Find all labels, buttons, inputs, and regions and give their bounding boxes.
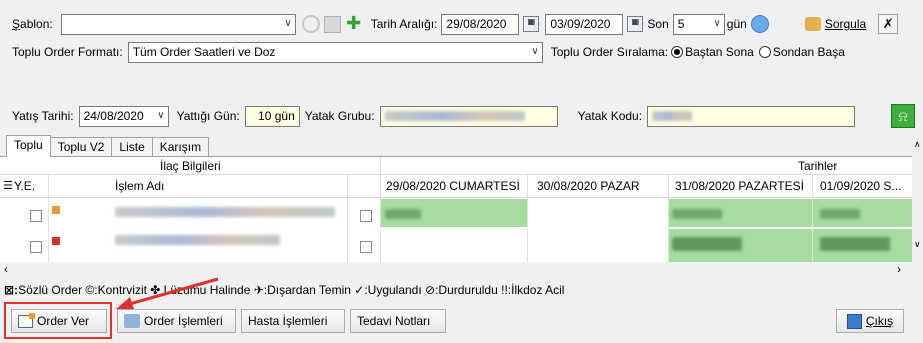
row-checkbox[interactable] <box>360 210 372 222</box>
col-date-2[interactable]: 30/08/2020 PAZAR <box>537 179 640 193</box>
chevron-down-icon: ∨ <box>157 109 165 121</box>
bed-code-label: Yatak Kodu: <box>577 109 643 123</box>
chevron-down-icon: ∨ <box>531 45 539 57</box>
radio-icon <box>758 46 771 58</box>
dose-blurred <box>672 237 742 251</box>
sort-option-forward[interactable]: Baştan Sona <box>671 45 754 59</box>
sort-option-backward[interactable]: Sondan Başa <box>758 45 845 59</box>
grid-menu-icon[interactable]: ☰ <box>3 179 13 192</box>
tedavi-notlari-button[interactable]: Tedavi Notları <box>350 309 446 333</box>
view-tabs: Toplu Toplu V2 Liste Karışım <box>6 135 210 157</box>
row-checkbox[interactable] <box>30 210 42 222</box>
highlight-box <box>4 302 112 339</box>
dose-blurred <box>820 209 860 219</box>
tab-liste[interactable]: Liste <box>111 137 153 157</box>
admission-date-combo[interactable]: 24/08/2020 ∨ <box>78 105 169 127</box>
grid-vertical-scrollbar[interactable]: ∧ ∨ <box>912 139 923 262</box>
ward-group-field <box>379 105 558 127</box>
dose-blurred <box>820 237 890 251</box>
template-label: Şablon: <box>12 17 53 31</box>
query-button[interactable]: Sorgula <box>799 13 872 35</box>
grid-column-header: ☰ Y.E. İşlem Adı 29/08/2020 CUMARTESİ 30… <box>0 175 912 198</box>
drug-name-blurred <box>115 235 280 245</box>
ward-group-value-blurred <box>384 111 525 121</box>
calendar-icon[interactable]: ▦ <box>627 16 644 32</box>
dose-blurred <box>385 209 421 219</box>
cikis-button[interactable]: Çıkış <box>836 309 904 333</box>
order-grid: İlaç Bilgileri Tarihler ☰ Y.E. İşlem Adı… <box>0 156 912 262</box>
order-ops-icon <box>124 314 140 328</box>
status-legend: ⊠:Sözlü Order ©:Kontrvizit ✤ Lüzumu Hali… <box>4 283 565 297</box>
col-ye[interactable]: Y.E. <box>14 179 35 193</box>
bed-code-value-blurred <box>652 111 693 121</box>
refresh-icon[interactable] <box>301 15 320 33</box>
col-name[interactable]: İşlem Adı <box>115 179 164 193</box>
last-days-combo[interactable]: 5 ∨ <box>672 13 725 35</box>
tab-karisim[interactable]: Karışım <box>151 137 210 157</box>
col-date-1[interactable]: 29/08/2020 CUMARTESİ <box>386 179 520 193</box>
ward-group-label: Yatak Grubu: <box>304 109 375 123</box>
chevron-down-icon: ∨ <box>284 17 292 29</box>
scroll-up-icon[interactable]: ∧ <box>914 139 921 150</box>
alarm-bell-icon[interactable]: ⍾ <box>891 104 915 128</box>
chevron-down-icon: ∨ <box>713 17 721 29</box>
row-checkbox[interactable] <box>360 241 372 253</box>
add-icon[interactable]: ✚ <box>345 14 363 33</box>
date-range-label: Tarih Aralığı: <box>370 17 438 31</box>
drug-type-icon <box>52 237 60 245</box>
query-icon <box>804 17 821 31</box>
col-date-3[interactable]: 31/08/2020 PAZARTESİ <box>675 179 804 193</box>
col-date-4[interactable]: 01/09/2020 S... <box>820 179 901 193</box>
toolbar-row: Şablon: ∨ ✚ Tarih Aralığı: 29/08/2020 ▦ … <box>0 12 923 36</box>
date-from-input[interactable]: 29/08/2020 <box>441 13 520 35</box>
bed-code-field <box>647 105 856 127</box>
admission-row: Yatış Tarihi: 24/08/2020 ∨ Yattığı Gün: … <box>0 104 923 128</box>
template-combo[interactable]: ∨ <box>60 13 296 35</box>
day-unit-label: gün <box>726 17 747 31</box>
row-checkbox[interactable] <box>30 241 42 253</box>
refresh-icon[interactable] <box>750 15 769 33</box>
drug-type-icon <box>52 206 60 214</box>
drug-name-blurred <box>115 207 335 217</box>
admission-date-label: Yatış Tarihi: <box>12 109 74 123</box>
save-icon[interactable] <box>323 15 341 33</box>
date-to-input[interactable]: 03/09/2020 <box>545 13 624 35</box>
pointer-arrow-icon <box>116 277 219 309</box>
scroll-right-icon[interactable]: › <box>897 262 901 276</box>
hasta-islemleri-button[interactable]: Hasta İşlemleri <box>241 309 345 333</box>
stay-days-label: Yattığı Gün: <box>176 109 240 123</box>
calendar-icon[interactable]: ▦ <box>523 16 540 32</box>
format-label: Toplu Order Formatı: <box>12 45 123 59</box>
format-combo[interactable]: Tüm Order Saatleri ve Doz ∨ <box>127 41 543 63</box>
stay-days-field: 10 gün <box>244 105 300 127</box>
grid-group-header: İlaç Bilgileri Tarihler <box>0 157 912 175</box>
clear-icon[interactable]: ✗ <box>878 14 899 34</box>
group-drug-info: İlaç Bilgileri <box>160 159 221 173</box>
group-dates: Tarihler <box>798 159 838 173</box>
last-label: Son <box>647 17 669 31</box>
format-row: Toplu Order Formatı: Tüm Order Saatleri … <box>0 40 923 64</box>
scroll-left-icon[interactable]: ‹ <box>4 262 8 276</box>
tab-toplu[interactable]: Toplu <box>6 135 51 157</box>
exit-icon <box>846 313 862 329</box>
tab-toplu-v2[interactable]: Toplu V2 <box>49 137 113 157</box>
radio-selected-icon <box>671 46 684 58</box>
dose-blurred <box>672 209 722 219</box>
scroll-down-icon[interactable]: ∨ <box>914 239 921 250</box>
sort-label: Toplu Order Sıralama: <box>550 45 669 59</box>
